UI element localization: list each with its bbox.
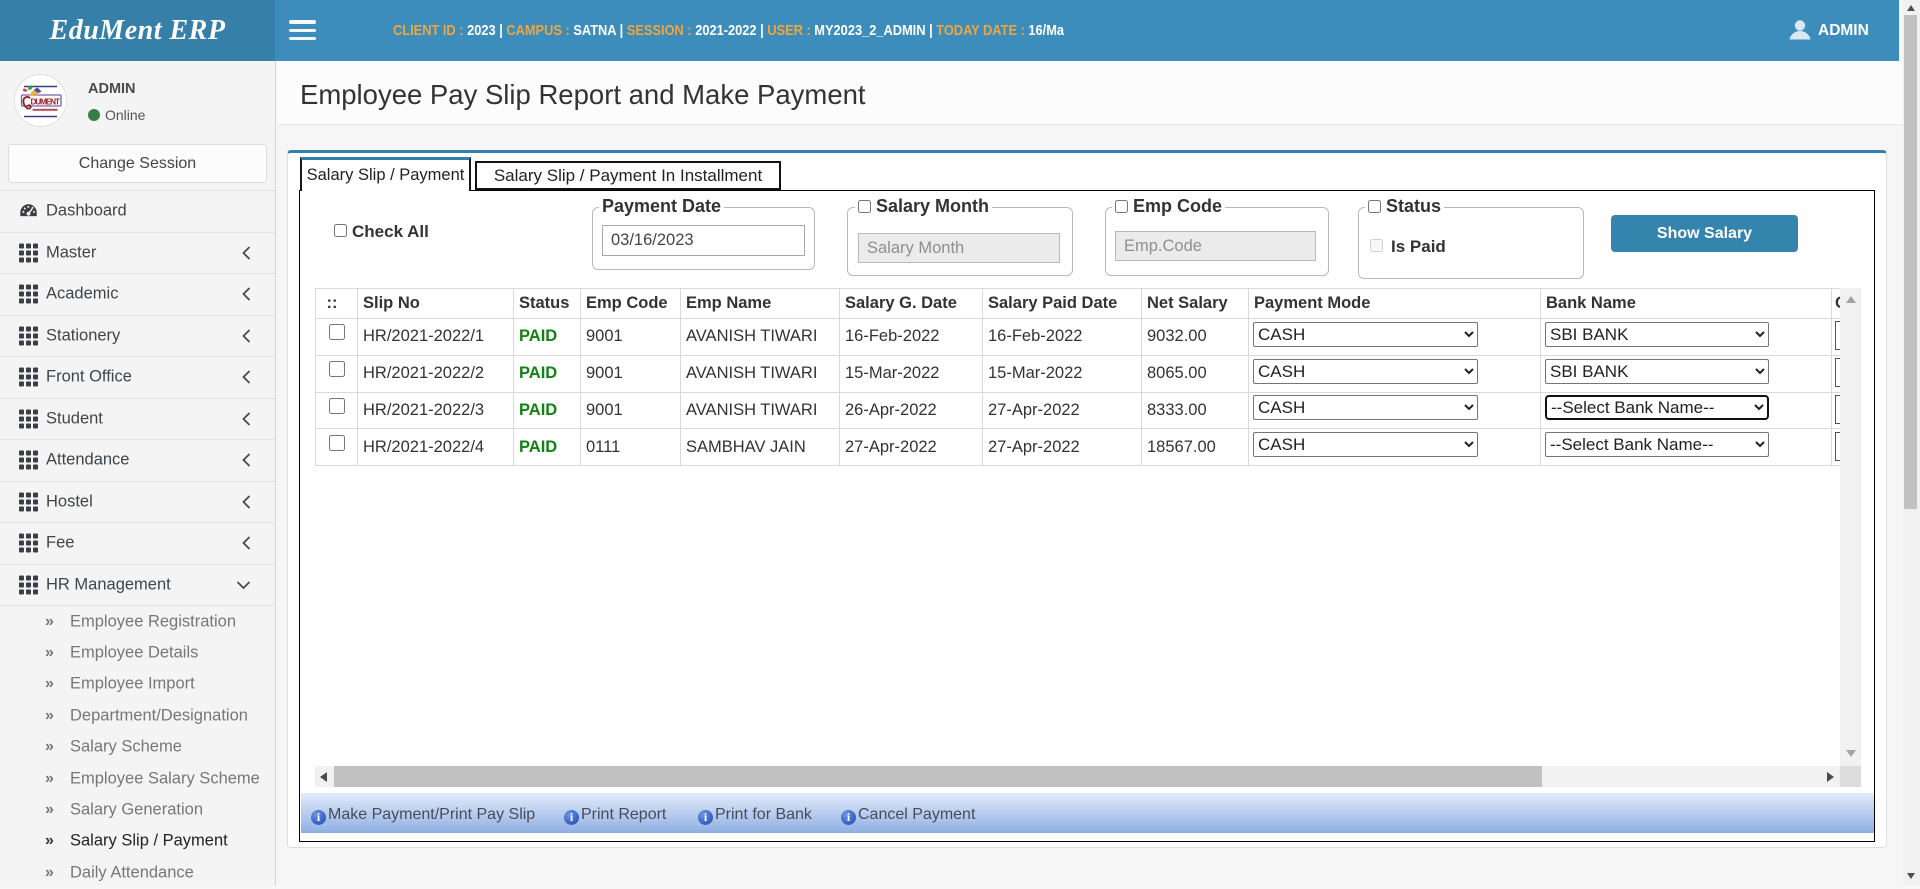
svg-text:DUMENT: DUMENT: [31, 97, 61, 106]
